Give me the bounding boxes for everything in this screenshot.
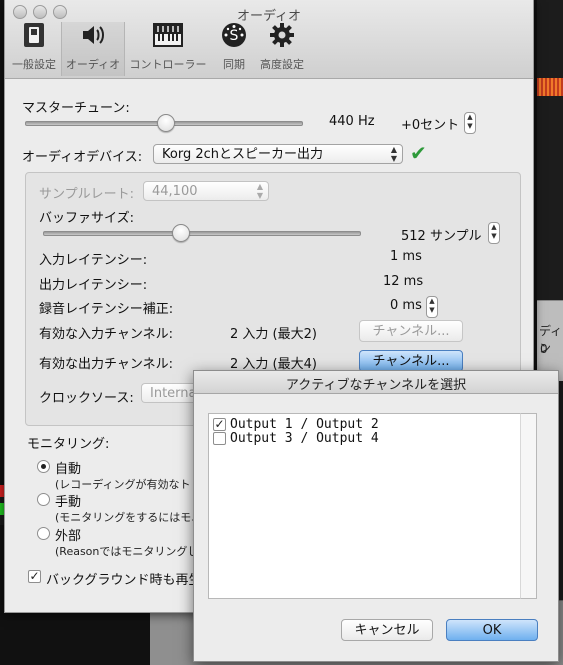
- master-tune-label: マスターチューン:: [22, 101, 130, 116]
- audio-device-select[interactable]: Korg 2chとスピーカー出力 ▲ ▼: [153, 144, 403, 164]
- master-tune-cents-stepper[interactable]: ▲ ▼: [464, 112, 476, 134]
- monitoring-manual-label: 手動: [55, 495, 82, 510]
- output-latency-label: 出力レイテンシー:: [39, 278, 148, 293]
- audio-device-value: Korg 2chとスピーカー出力: [162, 147, 323, 162]
- background-panel-value: 0: [540, 342, 548, 356]
- channel-label-2: Output 3 / Output 4: [230, 431, 379, 446]
- monitoring-auto-label: 自動: [55, 462, 82, 477]
- input-latency-value: 1 ms: [390, 249, 422, 264]
- popup-arrows-icon: ▲ ▼: [390, 145, 397, 163]
- master-tune-slider-knob[interactable]: [157, 114, 175, 132]
- background-playback-checkbox[interactable]: ✓: [28, 570, 41, 583]
- buffer-size-stepper[interactable]: ▲ ▼: [488, 222, 500, 244]
- output-channels-button[interactable]: チャンネル...: [359, 350, 463, 372]
- window-titlebar: オーディオ 一般設定 オーディオ コントローラー S 同期 高度設定: [5, 0, 533, 79]
- input-channels-value: 2 入力 (最大2): [230, 327, 317, 342]
- tab-sync-label: 同期: [223, 58, 245, 71]
- sample-rate-value: 44,100: [152, 184, 198, 199]
- input-latency-label: 入力レイテンシー:: [39, 253, 148, 268]
- output-channels-label: 有効な出力チャンネル:: [39, 357, 173, 372]
- channel-checkbox-1[interactable]: ✓: [213, 418, 226, 431]
- monitoring-external-label: 外部: [55, 529, 82, 544]
- checkmark-icon: ✔: [410, 141, 427, 165]
- buffer-size-value: 512 サンプル: [401, 229, 482, 244]
- channel-checkbox-2[interactable]: [213, 432, 226, 445]
- monitoring-manual-radio[interactable]: [37, 493, 50, 506]
- input-channels-button[interactable]: チャンネル...: [359, 320, 463, 342]
- gear-icon: [269, 22, 295, 52]
- dialog-title: アクティブなチャンネルを選択: [285, 378, 467, 393]
- tab-general[interactable]: 一般設定: [9, 22, 59, 76]
- svg-text:S: S: [230, 28, 239, 44]
- speaker-icon: [81, 24, 105, 50]
- clock-source-value: Interna: [150, 386, 197, 401]
- output-latency-value: 12 ms: [383, 274, 424, 289]
- background-level-meter: [537, 78, 563, 96]
- ok-button[interactable]: OK: [446, 619, 538, 641]
- keyboard-icon: [152, 22, 184, 52]
- sample-rate-select[interactable]: 44,100 ▲ ▼: [143, 181, 269, 201]
- recording-latency-value: 0 ms: [390, 298, 422, 313]
- tab-controllers[interactable]: コントローラー: [127, 22, 209, 76]
- monitoring-manual-description: (モニタリングをするにはモニ: [55, 511, 203, 524]
- recording-latency-label: 録音レイテンシー補正:: [39, 302, 174, 317]
- tab-sync[interactable]: S 同期: [215, 22, 253, 76]
- tab-audio-label: オーディオ: [65, 58, 121, 71]
- tab-general-label: 一般設定: [12, 58, 56, 71]
- background-playback-label: バックグラウンド時も再生: [46, 573, 202, 588]
- tab-advanced-label: 高度設定: [260, 58, 304, 71]
- buffer-size-label: バッファサイズ:: [39, 211, 134, 226]
- monitoring-external-description: (Reasonではモニタリングし: [55, 545, 199, 558]
- sync-icon: S: [221, 22, 247, 52]
- select-channels-dialog: アクティブなチャンネルを選択 ✓ Output 1 / Output 2 Out…: [193, 370, 559, 662]
- monitoring-auto-description: (レコーディングが有効なト: [55, 478, 191, 491]
- popup-arrows-icon: ▲ ▼: [256, 182, 263, 200]
- tab-controllers-label: コントローラー: [129, 58, 207, 71]
- audio-device-label: オーディオデバイス:: [22, 150, 143, 165]
- master-tune-hz-value: 440 Hz: [329, 114, 375, 129]
- tab-audio[interactable]: オーディオ: [61, 22, 125, 76]
- monitoring-label: モニタリング:: [27, 437, 110, 452]
- tab-advanced[interactable]: 高度設定: [257, 22, 307, 76]
- cancel-button[interactable]: キャンセル: [341, 619, 433, 641]
- buffer-size-slider-knob[interactable]: [172, 224, 190, 242]
- monitoring-auto-radio[interactable]: [37, 460, 50, 473]
- clock-source-select[interactable]: Interna: [141, 383, 201, 403]
- channel-label-1: Output 1 / Output 2: [230, 417, 379, 432]
- recording-latency-stepper[interactable]: ▲ ▼: [426, 296, 438, 318]
- clock-source-label: クロックソース:: [39, 391, 134, 406]
- buffer-size-slider-track[interactable]: [43, 231, 361, 236]
- switch-icon: [23, 22, 45, 52]
- monitoring-external-radio[interactable]: [37, 527, 50, 540]
- channel-list-scrollbar[interactable]: [520, 413, 537, 599]
- sample-rate-label: サンプルレート:: [39, 187, 134, 202]
- master-tune-cents-value: +0セント: [401, 118, 460, 133]
- input-channels-label: 有効な入力チャンネル:: [39, 327, 173, 342]
